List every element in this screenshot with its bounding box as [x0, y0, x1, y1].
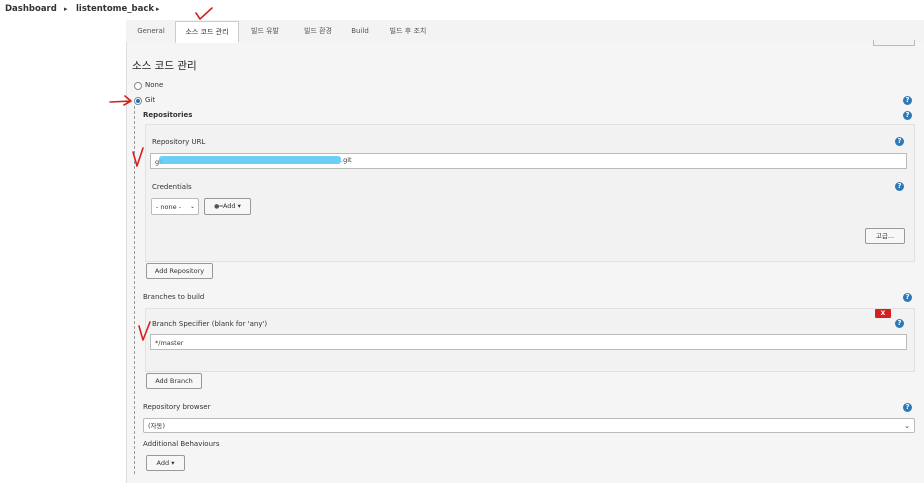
- checkmark-branch-annotation: [138, 321, 151, 341]
- checkmark-url-annotation: [132, 147, 144, 167]
- annotation-overlay: [109, 7, 213, 341]
- arrow-git-annotation: [109, 95, 132, 106]
- checkmark-tab-annotation: [195, 7, 213, 20]
